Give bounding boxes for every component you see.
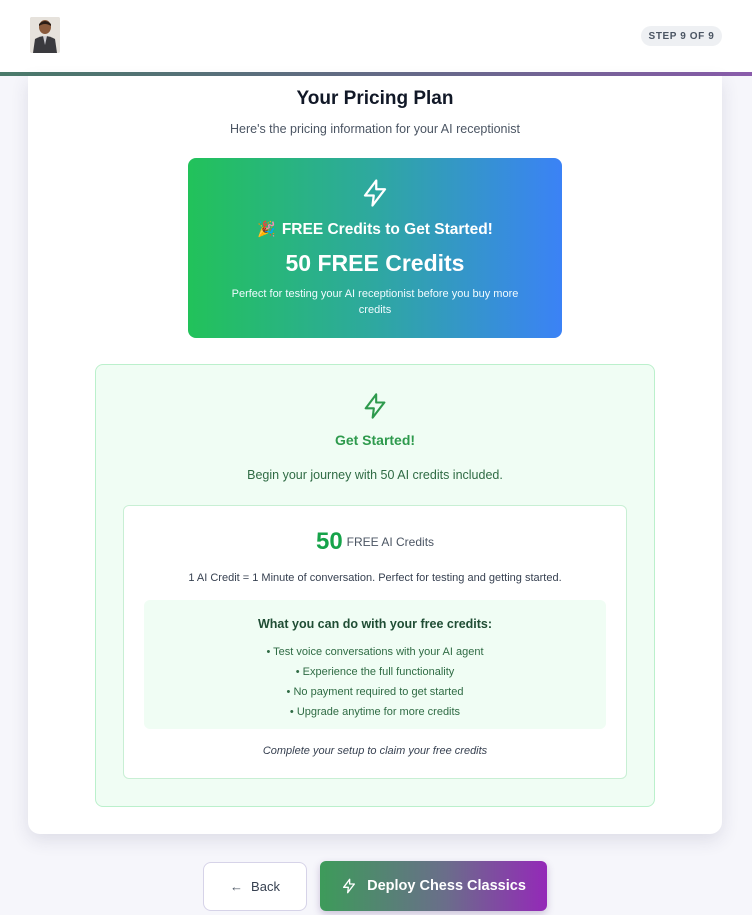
- deploy-button[interactable]: Deploy Chess Classics: [320, 861, 547, 911]
- page-title: Your Pricing Plan: [296, 88, 454, 109]
- arrow-left-icon: ←: [230, 879, 244, 894]
- banner-description: Perfect for testing your AI receptionist…: [231, 288, 519, 316]
- back-button-label: Back: [251, 879, 280, 894]
- list-item: • Test voice conversations with your AI …: [266, 646, 484, 658]
- plan-description: Begin your journey with 50 AI credits in…: [247, 468, 503, 482]
- claim-footnote: Complete your setup to claim your free c…: [262, 745, 488, 757]
- pricing-card: Your Pricing Plan Here's the pricing inf…: [28, 76, 722, 834]
- credits-label: FREE AI Credits: [346, 535, 435, 549]
- plan-panel: Get Started! Begin your journey with 50 …: [95, 364, 655, 807]
- page-subtitle: Here's the pricing information for your …: [229, 122, 521, 136]
- plan-title: Get Started!: [334, 432, 416, 448]
- features-box: What you can do with your free credits: …: [144, 600, 606, 729]
- list-item: • Experience the full functionality: [295, 666, 455, 678]
- top-header: STEP 9 OF 9: [0, 0, 752, 72]
- credits-summary: 50 FREE AI Credits: [124, 528, 626, 556]
- banner-amount: 50 FREE Credits: [285, 250, 465, 276]
- credit-info: 1 AI Credit = 1 Minute of conversation. …: [188, 572, 562, 584]
- party-popper-icon: 🎉: [257, 221, 276, 238]
- step-indicator-badge: STEP 9 OF 9: [641, 26, 722, 46]
- banner-headline-text: FREE Credits to Get Started!: [281, 221, 493, 238]
- features-title: What you can do with your free credits:: [257, 617, 493, 631]
- banner-headline: 🎉 FREE Credits to Get Started!: [188, 220, 562, 239]
- back-button[interactable]: ← Back: [203, 862, 307, 911]
- list-item: • No payment required to get started: [286, 686, 464, 698]
- lightning-bolt-icon: [364, 393, 386, 419]
- list-item: • Upgrade anytime for more credits: [289, 706, 461, 718]
- credits-number: 50: [315, 528, 343, 555]
- profile-photo-icon[interactable]: [30, 17, 60, 53]
- lightning-bolt-icon: [363, 179, 387, 207]
- free-credits-banner: 🎉 FREE Credits to Get Started! 50 FREE Cr…: [188, 158, 562, 338]
- lightning-bolt-icon: [343, 878, 356, 894]
- deploy-button-label: Deploy Chess Classics: [367, 878, 526, 894]
- credits-card: 50 FREE AI Credits 1 AI Credit = 1 Minute…: [123, 505, 627, 779]
- feature-list: • Test voice conversations with your AI …: [144, 642, 606, 722]
